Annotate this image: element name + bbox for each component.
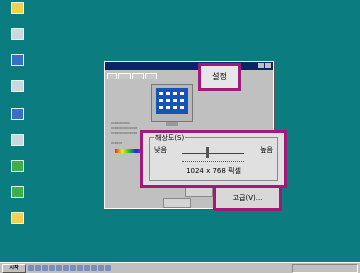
dialog-title-bar — [105, 62, 273, 70]
internet-icon — [10, 108, 24, 120]
monitor-stand — [166, 122, 178, 126]
desktop-icon-internet[interactable] — [2, 108, 32, 121]
start-label: 시작 — [9, 265, 19, 271]
quick-launch-icon[interactable] — [98, 265, 104, 271]
quick-launch-icon[interactable] — [70, 265, 76, 271]
desktop-icon-recycle-bin[interactable] — [2, 80, 32, 93]
tab-effects[interactable] — [145, 73, 157, 79]
quick-launch-icon[interactable] — [84, 265, 90, 271]
tab-screensaver[interactable] — [118, 73, 132, 79]
tab-settings-label: 설정 — [212, 72, 227, 81]
quick-launch-icon[interactable] — [105, 265, 111, 271]
network-icon — [10, 54, 24, 66]
tab-background[interactable] — [107, 73, 118, 79]
desktop-icon-folder[interactable] — [2, 212, 32, 225]
resolution-high-label: 높음 — [260, 146, 273, 154]
quick-launch-icon[interactable] — [63, 265, 69, 271]
resolution-slider-thumb[interactable] — [205, 147, 209, 158]
folder-icon — [10, 2, 24, 14]
folder-icon — [10, 212, 24, 224]
quick-launch-icon[interactable] — [35, 265, 41, 271]
tab-strip — [107, 73, 158, 79]
quick-launch-icon[interactable] — [56, 265, 62, 271]
quick-launch-icon[interactable] — [28, 265, 34, 271]
monitor-screen — [156, 88, 188, 114]
quick-launch-icon[interactable] — [49, 265, 55, 271]
monitor-preview — [151, 84, 193, 126]
close-button[interactable] — [265, 63, 271, 68]
resolution-group: 해상도(S) 낮음 높음 1024 x 768 픽셀 — [149, 133, 278, 181]
help-button[interactable] — [258, 63, 264, 68]
desktop-icon-my-computer[interactable] — [2, 28, 32, 41]
color-quality-bar — [115, 149, 143, 153]
ftp-icon — [10, 160, 24, 172]
resolution-low-label: 낮음 — [154, 146, 167, 154]
quick-launch-icon[interactable] — [77, 265, 83, 271]
desktop-icon-ftp[interactable] — [2, 160, 32, 173]
quick-launch-icon[interactable] — [91, 265, 97, 271]
resolution-slider-ticks — [182, 161, 244, 162]
desktop-icon-my-documents[interactable] — [2, 2, 32, 15]
advanced-button[interactable]: 고급(V)... — [213, 185, 282, 211]
display-info-text: ▭▭▭▭▭ ▭▭▭▭▭▭▭ ▭▭▭▭▭▭▭ ▭▭▭ — [111, 120, 138, 145]
tab-settings[interactable]: 설정 — [198, 63, 241, 91]
ok-button[interactable] — [163, 198, 191, 208]
resolution-group-title: 해상도(S) — [154, 133, 186, 143]
program-icon — [10, 186, 24, 198]
window-controls — [257, 63, 271, 71]
desktop-icon-network[interactable] — [2, 54, 32, 67]
app-icon — [10, 134, 24, 146]
computer-icon — [10, 28, 24, 40]
recycle-bin-icon — [10, 80, 24, 92]
desktop-icon-program[interactable] — [2, 186, 32, 199]
resolution-value: 1024 x 768 픽셀 — [186, 167, 241, 175]
taskbar: 시작 — [0, 262, 360, 273]
resolution-panel: 해상도(S) 낮음 높음 1024 x 768 픽셀 — [140, 130, 287, 188]
advanced-button-label: 고급(V)... — [232, 194, 263, 202]
quick-launch-icon[interactable] — [42, 265, 48, 271]
resolution-slider-track[interactable] — [182, 153, 244, 154]
tab-appearance[interactable] — [132, 73, 145, 79]
troubleshoot-button[interactable] — [185, 187, 213, 197]
desktop-icon-app[interactable] — [2, 134, 32, 147]
